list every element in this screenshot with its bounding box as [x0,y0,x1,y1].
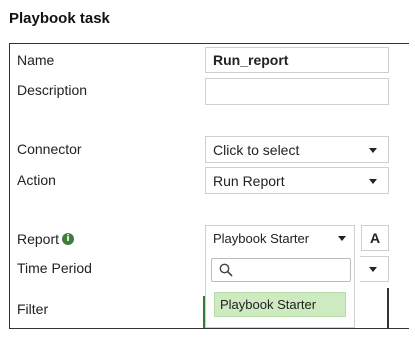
connector-select[interactable]: Click to select [205,136,389,163]
dropdown-search-field[interactable] [236,261,350,281]
dropdown-search-input[interactable] [211,258,351,282]
connector-label: Connector [17,141,82,157]
description-field[interactable] [205,78,389,105]
name-label: Name [17,52,55,68]
report-select-value: Playbook Starter [213,230,310,246]
chevron-down-icon [369,267,377,272]
filter-label: Filter [17,301,49,317]
filter-field-edge-right [387,288,389,329]
action-select[interactable]: Run Report [205,167,389,194]
chevron-down-icon [369,148,377,153]
action-label: Action [17,172,56,188]
action-select-value: Run Report [213,172,285,189]
connector-select-value: Click to select [213,141,300,158]
dropdown-option-playbook-starter[interactable]: Playbook Starter [214,292,346,317]
info-icon[interactable]: i [62,233,74,245]
format-button-label: A [369,230,381,246]
chevron-down-icon [369,179,377,184]
time-period-label: Time Period [17,260,92,276]
chevron-down-icon [338,236,346,241]
description-label: Description [17,82,88,98]
name-field[interactable]: Run_report [205,47,389,73]
report-label: Report [17,231,60,247]
format-button[interactable]: A [361,225,389,251]
dropdown-option-label: Playbook Starter [220,297,317,312]
playbook-task-view: Playbook task Name Run_report Descriptio… [0,0,415,343]
search-icon [219,263,233,277]
page-title: Playbook task [9,10,110,27]
name-field-value: Run_report [213,52,289,68]
